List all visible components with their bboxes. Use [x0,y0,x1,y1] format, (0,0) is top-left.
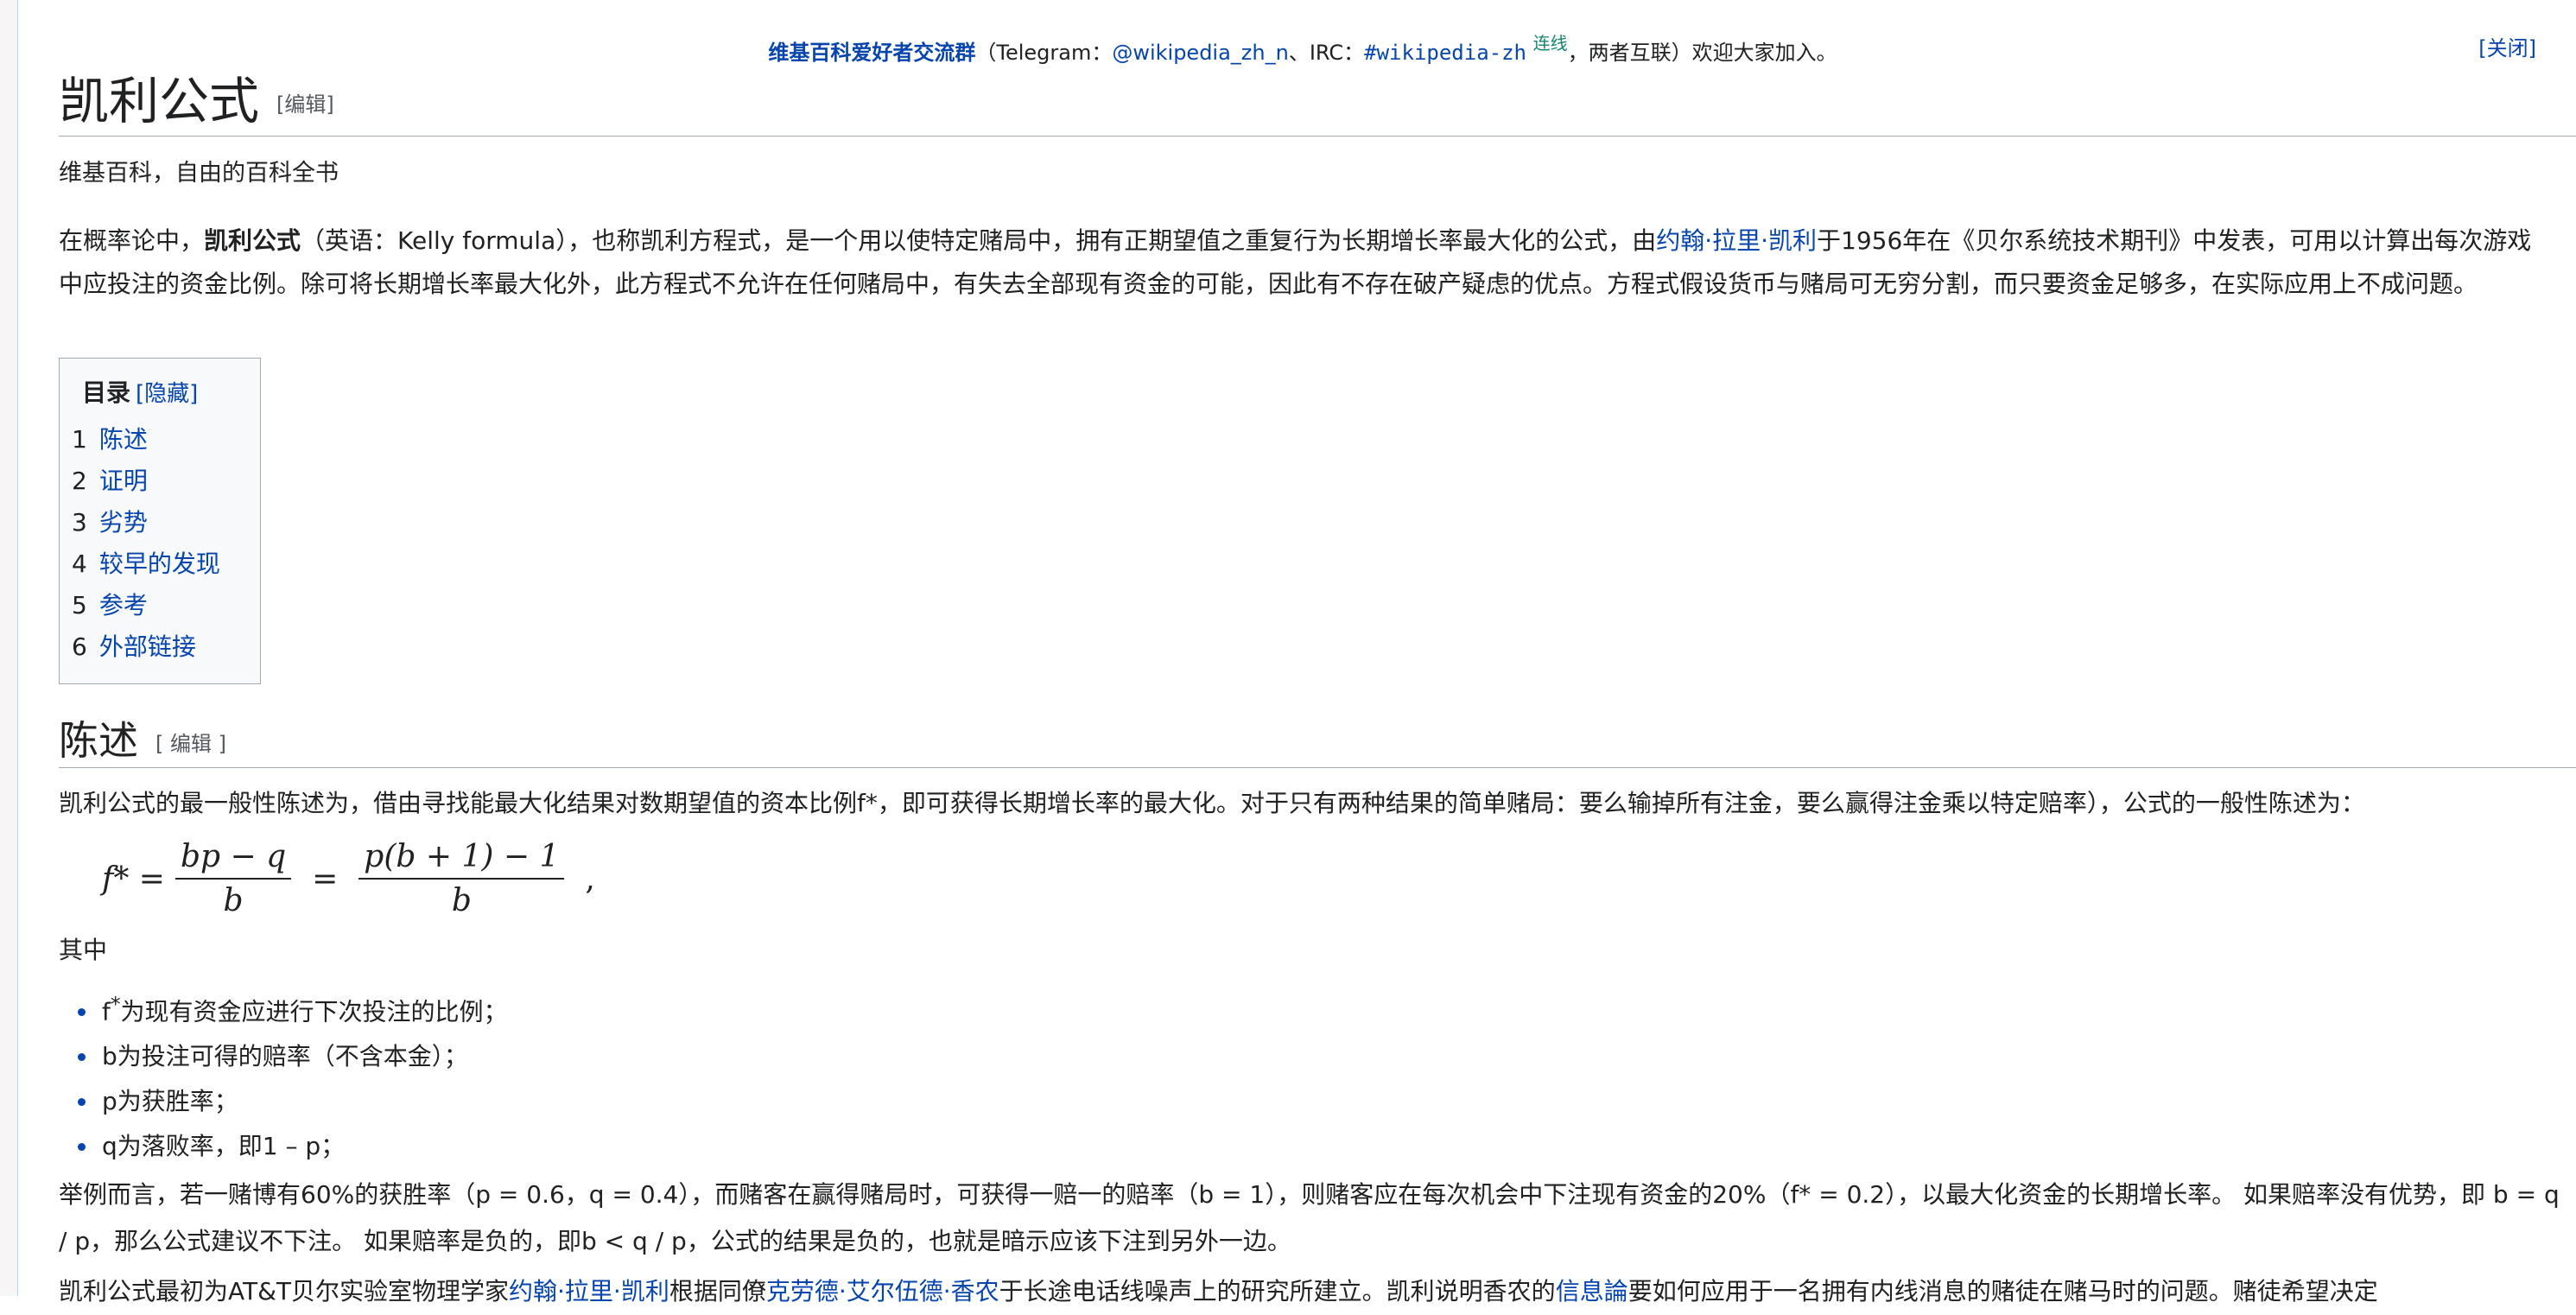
section-heading: 陈述 [ 编辑 ] [59,714,2576,769]
formula-fraction-2: p(b + 1) − 1 b [358,839,565,918]
list-item: f*为现有资金应进行下次投注的比例； [98,981,508,1034]
lead-text-2: （英语：Kelly formula），也称凯利方程式，是一个用以使特定赌局中，拥… [301,226,1657,255]
lead-text-1: 在概率论中， [59,226,205,255]
telegram-link[interactable]: @wikipedia_zh_n [1112,41,1289,65]
notice-group-link[interactable]: 维基百科爱好者交流群 [768,41,975,65]
notice-text-3: ，两者互联）欢迎大家加入。 [1567,41,1837,65]
list-item: p为获胜率； [98,1079,508,1124]
lead-bold-term: 凯利公式 [204,226,301,255]
toc-item[interactable]: 3 劣势 [72,502,248,543]
notice-text-1: （Telegram： [975,41,1113,65]
site-notice: 维基百科爱好者交流群（Telegram：@wikipedia_zh_n、IRC：… [59,29,2547,66]
def-superscript: * [110,992,121,1016]
kelly-formula: f* = bp − q b = p(b + 1) − 1 b , [102,831,606,926]
site-tagline: 维基百科，自由的百科全书 [59,160,339,187]
claude-shannon-link[interactable]: 克劳德·艾尔伍德·香农 [766,1277,999,1305]
history-text-2: 根据同僚 [669,1277,766,1305]
toc-item-label[interactable]: 较早的发现 [99,550,220,578]
definition-list: f*为现有资金应进行下次投注的比例； b为投注可得的赔率（不含本金）； p为获胜… [78,981,508,1169]
formula-equals: = [312,861,339,897]
formula-lhs: f* = [102,861,165,897]
toc-item-label[interactable]: 参考 [99,591,148,619]
def-text: p为获胜率； [102,1087,238,1116]
toc-item[interactable]: 6 外部链接 [72,626,248,668]
toc-item-label[interactable]: 陈述 [99,425,148,454]
toc-item-number: 4 [72,550,87,578]
toc-item[interactable]: 4 较早的发现 [72,543,248,585]
example-paragraph: 举例而言，若一赌博有60%的获胜率（p = 0.6，q = 0.4），而赌客在赢… [59,1180,2560,1255]
toc-item-label[interactable]: 外部链接 [99,632,196,661]
toc-item-label[interactable]: 劣势 [99,508,148,537]
where-label: 其中 [59,936,108,964]
toc-item[interactable]: 5 参考 [72,585,248,626]
toc-item-number: 5 [72,591,87,619]
fraction-2-denominator: b [451,883,472,918]
history-text-1: 凯利公式最初为AT&T贝尔实验室物理学家 [59,1277,510,1305]
page-title: 凯利公式 [编辑] [59,69,2576,137]
fraction-1-denominator: b [223,883,244,918]
notice-close-link[interactable]: [关闭] [2478,31,2536,61]
list-item: b为投注可得的赔率（不含本金）； [98,1034,508,1079]
left-sidebar-strip [0,0,18,1296]
table-of-contents: 目录 [隐藏] 1 陈述 2 证明 3 劣势 4 较早的发现 5 参考 6 外部链接 [59,358,261,684]
def-text: 为现有资金应进行下次投注的比例； [120,997,508,1026]
history-text-3: 于长途电话线噪声上的研究所建立。凯利说明香农的 [999,1277,1556,1305]
john-kelly-link[interactable]: 约翰·拉里·凯利 [1656,226,1817,255]
toc-title-text: 目录 [82,378,131,407]
fraction-2-numerator: p(b + 1) − 1 [358,839,565,880]
formula-fraction-1: bp − q b [174,839,292,918]
toc-item-number: 3 [72,508,87,537]
section-edit-link[interactable]: [ 编辑 ] [155,732,226,756]
formula-comma: , [585,861,595,897]
toc-hide-toggle[interactable]: [隐藏] [136,381,198,407]
toc-item[interactable]: 1 陈述 [72,419,248,461]
irc-channel-link[interactable]: #wikipedia-zh [1364,41,1526,65]
lead-paragraph: 在概率论中，凯利公式（英语：Kelly formula），也称凯利方程式，是一个… [59,219,2555,306]
toc-item-number: 2 [72,467,87,495]
information-theory-link[interactable]: 信息論 [1556,1277,1628,1305]
toc-item-number: 6 [72,632,87,661]
def-text: b为投注可得的赔率（不含本金）； [102,1042,468,1071]
notice-text-2: 、IRC： [1288,41,1365,65]
section-heading-text: 陈述 [59,717,138,764]
fraction-1-numerator: bp − q [174,839,292,880]
def-symbol: f [102,997,111,1026]
statement-paragraph: 凯利公式的最一般性陈述为，借由寻找能最大化结果对数期望值的资本比例f*，即可获得… [59,789,2365,817]
def-text: q为落败率，即1 – p； [102,1132,346,1161]
history-paragraph: 凯利公式最初为AT&T贝尔实验室物理学家约翰·拉里·凯利根据同僚克劳德·艾尔伍德… [59,1268,2564,1315]
toc-title: 目录 [隐藏] [82,374,248,409]
toc-item-label[interactable]: 证明 [99,467,148,495]
title-edit-link[interactable]: [编辑] [276,92,334,117]
page-title-text: 凯利公式 [59,72,260,130]
list-item: q为落败率，即1 – p； [98,1124,508,1169]
toc-item-number: 1 [72,425,87,454]
john-kelly-link-2[interactable]: 约翰·拉里·凯利 [509,1277,669,1305]
irc-connected-label: 连线 [1532,33,1568,54]
toc-item[interactable]: 2 证明 [72,461,248,502]
history-text-4: 要如何应用于一名拥有内线消息的赌徒在赌马时的问题。赌徒希望决定 [1627,1277,2378,1305]
